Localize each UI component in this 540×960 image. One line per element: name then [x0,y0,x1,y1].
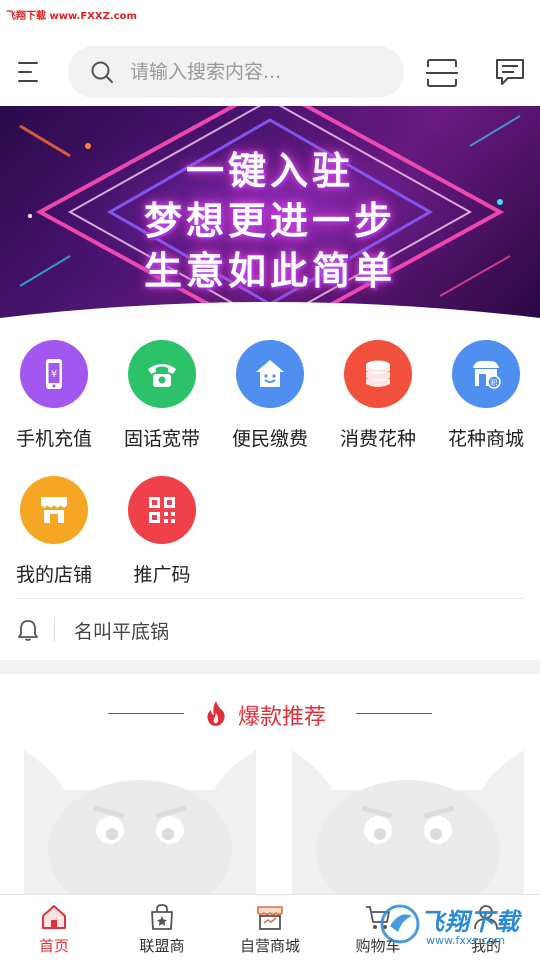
tab-alliance[interactable]: 联盟商 [108,895,216,960]
section-gap [0,660,540,674]
watermark-logo: 飞翔下载 www.fxxz.com [380,898,534,954]
banner-pagination [0,296,540,315]
status-bar: 飞翔下载 www.FXXZ.com [0,0,540,40]
banner-headline-2: 梦想更进一步 [143,199,396,243]
grid-item-landline-broadband[interactable]: 固话宽带 [108,318,216,454]
grid-label: 推广码 [133,564,191,586]
search-input[interactable] [130,46,390,98]
grid-label: 消费花种 [339,428,416,450]
grid-label: 固话宽带 [123,428,200,450]
grid-item-points-mall[interactable]: 积 花种商城 [432,318,540,454]
scan-icon[interactable] [426,58,458,88]
svg-text:¥: ¥ [51,369,57,380]
search-icon [91,61,113,83]
home-icon [42,905,66,929]
banner-headline-3: 生意如此简单 [143,249,396,293]
grid-label: 手机充值 [15,428,92,450]
fire-icon [207,701,225,726]
menu-icon[interactable] [16,60,44,86]
telephone-icon [128,340,196,408]
store-icon [257,906,283,930]
grid-item-promo-code[interactable]: 推广码 [108,454,216,590]
title-line-left [108,713,184,714]
header [0,40,540,106]
watermark-text: 飞翔下载 www.FXXZ.com [6,11,137,22]
tab-self-mall[interactable]: 自营商城 [216,895,324,960]
product-placeholder-image[interactable] [24,750,256,900]
notice-text: 名叫平底锅 [74,621,170,643]
notice-divider [54,618,55,642]
grid-item-my-shop[interactable]: 我的店铺 [0,454,108,590]
tab-label: 联盟商 [139,937,185,955]
grid-item-mobile-recharge[interactable]: ¥ 手机充值 [0,318,108,454]
phone-yuan-icon: ¥ [20,340,88,408]
tab-label: 首页 [38,937,69,955]
watermark-brand: 飞翔下载 [420,908,520,936]
notice-bar[interactable]: 名叫平底锅 [0,600,540,660]
banner-headline-1: 一键入驻 [185,149,354,193]
promo-banner[interactable]: 一键入驻 梦想更进一步 生意如此简单 [0,106,540,318]
title-line-right [356,713,432,714]
shopping-bag-star-icon [151,904,173,930]
tab-label: 自营商城 [239,937,300,955]
grid-label: 花种商城 [447,428,524,450]
search-bar[interactable] [68,46,404,98]
bell-icon [18,620,38,641]
watermark-emblem-icon [380,904,420,944]
tab-home[interactable]: 首页 [0,895,108,960]
product-placeholder-image[interactable] [292,750,524,900]
divider [16,598,524,599]
store-points-icon: 积 [452,340,520,408]
watermark-url: www.fxxz.com [426,934,506,947]
qrcode-icon [128,476,196,544]
grid-label: 我的店铺 [15,564,92,586]
hot-section-header: 爆款推荐 [0,690,540,740]
coin-stack-icon [344,340,412,408]
svg-text:积: 积 [491,378,498,387]
message-icon[interactable] [494,56,526,88]
hot-section-title: 爆款推荐 [238,705,327,730]
shop-awning-icon [20,476,88,544]
grid-item-utility-payment[interactable]: 便民缴费 [216,318,324,454]
grid-label: 便民缴费 [231,428,308,450]
house-smile-icon [236,340,304,408]
grid-item-spend-points[interactable]: 消费花种 [324,318,432,454]
product-list [0,750,540,900]
